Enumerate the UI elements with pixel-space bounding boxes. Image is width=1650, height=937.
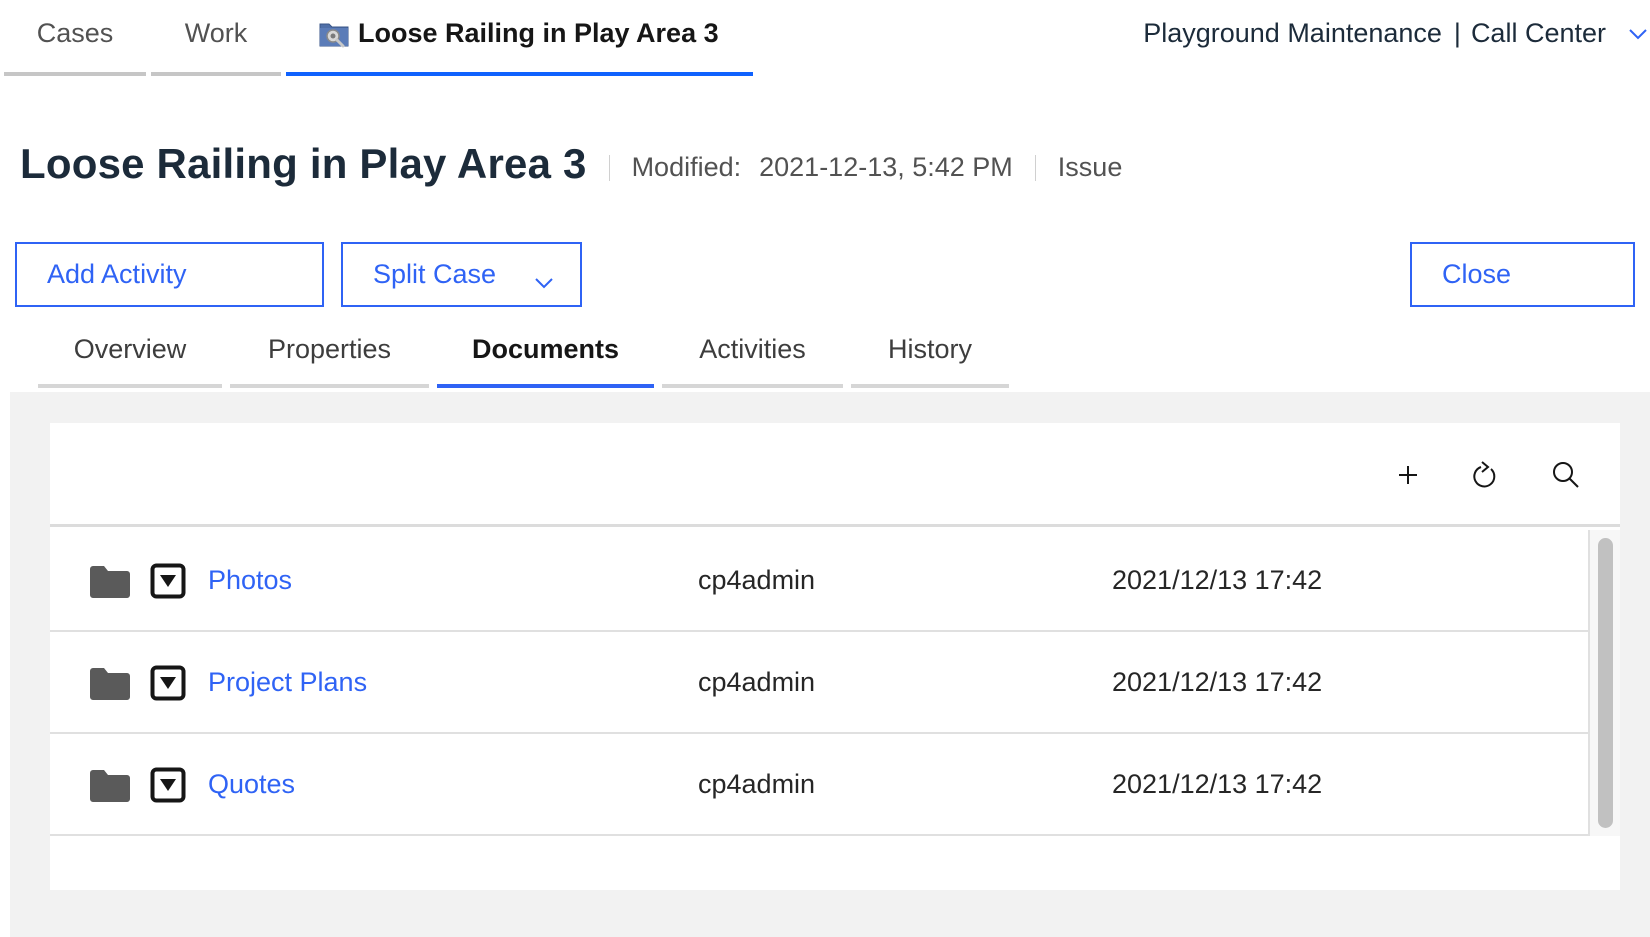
search-icon[interactable] <box>1546 455 1586 495</box>
modified-label: Modified: <box>631 151 742 182</box>
page-title: Loose Railing in Play Area 3 <box>20 140 587 187</box>
tab-label: Overview <box>73 333 187 364</box>
document-name-link[interactable]: Photos <box>208 565 292 596</box>
top-tab-work[interactable]: Work <box>151 0 281 76</box>
top-tab-label: Work <box>184 17 248 48</box>
context-separator: | <box>1453 18 1461 48</box>
top-tab-label: Cases <box>36 17 114 48</box>
document-name-link[interactable]: Project Plans <box>208 667 367 698</box>
document-modified: 2021/12/13 17:42 <box>1112 666 1323 697</box>
button-label: Close <box>1442 259 1512 289</box>
document-row[interactable]: Project Plans cp4admin 2021/12/13 17:42 <box>50 632 1590 734</box>
case-folder-search-icon <box>318 18 350 48</box>
case-header: Loose Railing in Play Area 3 Modified: 20… <box>20 140 1122 188</box>
modified-info: Modified: 2021-12-13, 5:42 PM <box>632 152 1013 183</box>
case-tabs: Overview Properties Documents Activities… <box>38 318 1017 388</box>
tab-label: Properties <box>267 333 392 364</box>
expand-icon[interactable] <box>150 563 186 604</box>
tab-label: History <box>887 333 972 364</box>
folder-icon <box>90 566 130 603</box>
tab-documents[interactable]: Documents <box>437 318 654 388</box>
close-button[interactable]: Close <box>1410 242 1635 307</box>
document-row[interactable]: Photos cp4admin 2021/12/13 17:42 <box>50 530 1590 632</box>
scrollbar[interactable] <box>1590 530 1620 836</box>
top-tab-label: Loose Railing in Play Area 3 <box>358 17 719 48</box>
expand-icon[interactable] <box>150 767 186 808</box>
chevron-down-icon <box>534 266 554 297</box>
expand-icon[interactable] <box>150 665 186 706</box>
document-owner: cp4admin <box>698 666 816 697</box>
documents-panel: Photos cp4admin 2021/12/13 17:42 Project… <box>50 423 1620 890</box>
role-name: Call Center <box>1470 18 1606 48</box>
documents-toolbar <box>50 423 1620 527</box>
tab-history[interactable]: History <box>851 318 1009 388</box>
top-tabs: Cases Work Loose Railing in Play Area 3 <box>4 0 758 76</box>
tab-activities[interactable]: Activities <box>662 318 843 388</box>
case-type: Issue <box>1057 151 1123 182</box>
top-tab-case[interactable]: Loose Railing in Play Area 3 <box>286 0 753 76</box>
split-case-button[interactable]: Split Case <box>341 242 582 307</box>
chevron-down-icon <box>1606 19 1650 49</box>
solution-name: Playground Maintenance <box>1143 18 1442 48</box>
document-modified: 2021/12/13 17:42 <box>1112 564 1323 595</box>
add-icon[interactable] <box>1388 455 1428 495</box>
document-modified: 2021/12/13 17:42 <box>1112 768 1323 799</box>
tab-label: Activities <box>699 333 806 364</box>
document-row[interactable]: Quotes cp4admin 2021/12/13 17:42 <box>50 734 1590 836</box>
divider <box>1034 155 1036 181</box>
tab-label: Documents <box>471 333 620 364</box>
add-activity-button[interactable]: Add Activity <box>15 242 324 307</box>
documents-list: Photos cp4admin 2021/12/13 17:42 Project… <box>50 530 1590 836</box>
document-owner: cp4admin <box>698 768 816 799</box>
solution-role-selector[interactable]: Playground Maintenance | Call Center <box>1143 18 1650 49</box>
refresh-icon[interactable] <box>1465 455 1505 495</box>
tab-overview[interactable]: Overview <box>38 318 222 388</box>
tab-properties[interactable]: Properties <box>230 318 429 388</box>
top-tab-cases[interactable]: Cases <box>4 0 146 76</box>
document-name-link[interactable]: Quotes <box>208 769 295 800</box>
document-owner: cp4admin <box>698 564 816 595</box>
folder-icon <box>90 770 130 807</box>
modified-value: 2021-12-13, 5:42 PM <box>759 151 1013 182</box>
folder-icon <box>90 668 130 705</box>
button-label: Split Case <box>373 259 497 289</box>
scrollbar-thumb[interactable] <box>1598 538 1613 828</box>
divider <box>608 155 610 181</box>
button-label: Add Activity <box>47 259 187 289</box>
